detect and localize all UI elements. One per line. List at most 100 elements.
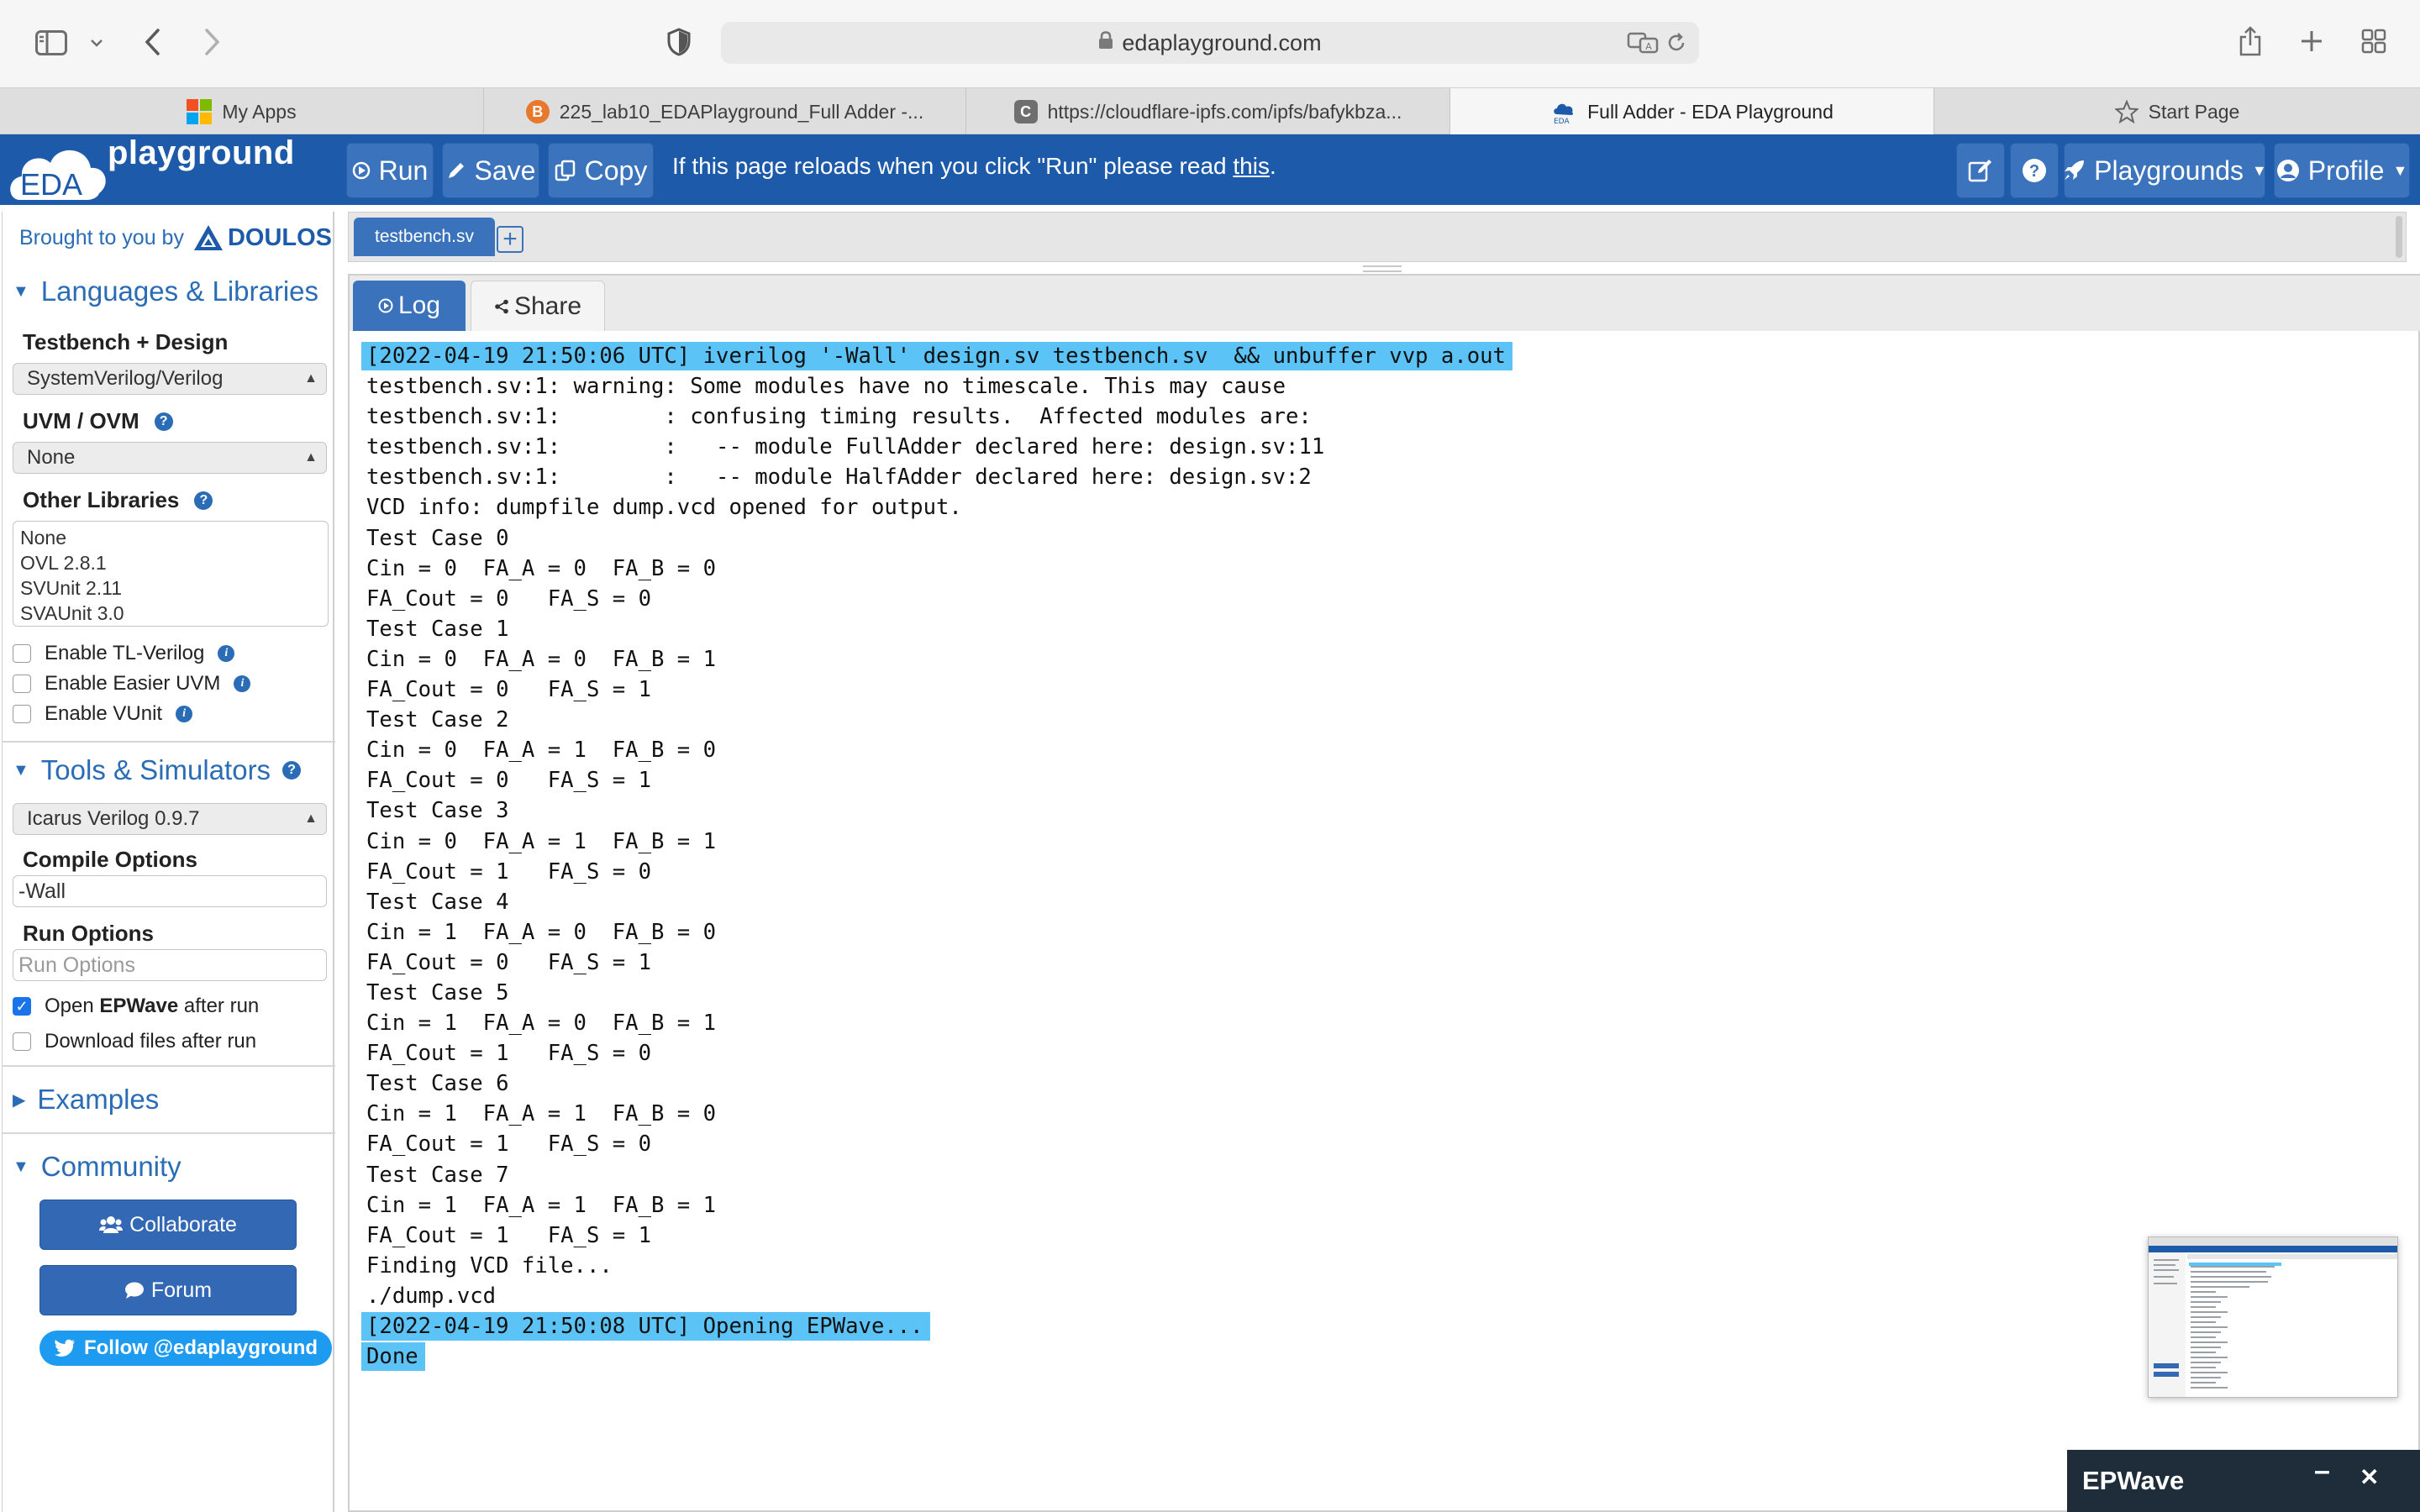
file-tab-bar: testbench.sv +	[348, 212, 2407, 262]
edit-icon[interactable]	[1956, 143, 2005, 198]
eda-logo-text: playground	[108, 134, 295, 171]
examples-title: Examples	[37, 1084, 160, 1115]
copy-button[interactable]: Copy	[548, 143, 654, 198]
log-line: Cin = 0 FA_A = 1 FA_B = 0	[366, 735, 1512, 765]
tab-label: Full Adder - EDA Playground	[1587, 100, 1833, 123]
uvm-ovm-select[interactable]: None ▲	[13, 442, 327, 474]
run-options-input[interactable]: Run Options	[13, 949, 327, 981]
browser-tab-start-page[interactable]: Start Page	[1934, 88, 2420, 135]
info-icon[interactable]: i	[176, 706, 193, 722]
enable-easier-uvm-checkbox[interactable]	[13, 675, 31, 693]
save-button[interactable]: Save	[442, 143, 539, 198]
languages-libraries-header[interactable]: ▼ Languages & Libraries	[13, 276, 318, 307]
file-tab-testbench[interactable]: testbench.sv	[354, 218, 495, 256]
sidebar-toggle-icon[interactable]	[32, 27, 71, 59]
languages-title: Languages & Libraries	[40, 276, 319, 307]
library-option[interactable]: None	[20, 525, 321, 550]
community-title: Community	[40, 1151, 182, 1182]
back-arrow-icon[interactable]	[138, 25, 166, 59]
log-line: Test Case 3	[366, 795, 1512, 826]
epwave-window-bar[interactable]: EPWave – ✕	[2067, 1450, 2420, 1512]
question-circle-icon[interactable]: ?	[282, 761, 302, 780]
collaborate-button[interactable]: Collaborate	[39, 1200, 297, 1250]
compile-options-input[interactable]: -Wall	[13, 875, 327, 907]
log-line: [2022-04-19 21:50:08 UTC] Opening EPWave…	[361, 1311, 1512, 1341]
doulos-brand: DOULOS	[227, 223, 333, 251]
help-icon[interactable]: ?	[2010, 143, 2059, 198]
info-icon[interactable]: i	[218, 645, 235, 662]
other-libraries-listbox[interactable]: None OVL 2.8.1 SVUnit 2.11 SVAUnit 3.0	[13, 521, 329, 627]
tab-label: https://cloudflare-ipfs.com/ipfs/bafykbz…	[1047, 100, 1402, 123]
testbench-language-select[interactable]: SystemVerilog/Verilog ▲	[13, 363, 327, 395]
log-line: FA_Cout = 1 FA_S = 1	[366, 1221, 1512, 1251]
playgrounds-menu[interactable]: Playgrounds ▼	[2064, 143, 2267, 198]
enable-easier-uvm-row: Enable Easier UVM i	[13, 672, 251, 696]
enable-tl-verilog-checkbox[interactable]	[13, 644, 31, 663]
log-line: Finding VCD file...	[366, 1251, 1512, 1281]
play-circle-icon	[352, 161, 371, 180]
log-line: Test Case 4	[366, 887, 1512, 917]
select-arrows-icon: ▲	[304, 811, 318, 826]
tab-overview-icon[interactable]	[2360, 27, 2388, 55]
uvm-ovm-label-row: UVM / OVM ?	[23, 408, 173, 434]
follow-twitter-button[interactable]: Follow @edaplayground	[39, 1331, 332, 1366]
browser-toolbar: edaplayground.com A	[0, 0, 2420, 87]
log-line-text: Test Case 7	[366, 1162, 509, 1188]
tab-share[interactable]: Share	[471, 281, 605, 331]
browser-tab-full-adder[interactable]: EDA Full Adder - EDA Playground	[1450, 88, 1934, 135]
open-epwave-checkbox[interactable]: ✓	[13, 997, 31, 1016]
close-icon[interactable]: ✕	[2360, 1463, 2379, 1491]
log-line-text: FA_Cout = 0 FA_S = 1	[366, 949, 651, 975]
browser-tab-lab10[interactable]: B 225_lab10_EDAPlayground_Full Adder -..…	[484, 88, 966, 135]
tools-title: Tools & Simulators	[40, 754, 271, 785]
enable-vunit-checkbox[interactable]	[13, 705, 31, 723]
run-button[interactable]: Run	[346, 143, 434, 198]
new-tab-plus-icon[interactable]	[2297, 27, 2326, 55]
log-line: Test Case 1	[366, 614, 1512, 644]
tools-simulators-header[interactable]: ▼ Tools & Simulators ?	[13, 754, 302, 786]
community-header[interactable]: ▼ Community	[13, 1151, 182, 1183]
examples-header[interactable]: ▶ Examples	[13, 1084, 159, 1116]
library-option[interactable]: SVUnit 2.11	[20, 575, 321, 601]
collaborate-label: Collaborate	[129, 1212, 237, 1236]
share-icon[interactable]	[2235, 24, 2265, 59]
log-line: testbench.sv:1: : -- module HalfAdder de…	[366, 462, 1512, 492]
add-file-icon[interactable]: +	[497, 226, 523, 253]
log-line: Test Case 0	[366, 523, 1512, 554]
pencil-icon	[446, 160, 466, 181]
library-option[interactable]: SVAUnit 3.0	[20, 601, 321, 626]
simulator-select[interactable]: Icarus Verilog 0.9.7 ▲	[13, 803, 327, 835]
log-line: testbench.sv:1: warning: Some modules ha…	[366, 371, 1512, 402]
browser-tab-my-apps[interactable]: My Apps	[0, 88, 484, 135]
notice-link[interactable]: this	[1233, 153, 1270, 179]
privacy-shield-icon[interactable]	[664, 25, 694, 59]
profile-menu[interactable]: Profile ▼	[2274, 143, 2410, 198]
reload-icon[interactable]	[1665, 32, 1687, 60]
minimize-icon[interactable]: –	[2314, 1455, 2330, 1488]
info-icon[interactable]: i	[234, 675, 251, 692]
open-epwave-bold: EPWave	[99, 995, 179, 1017]
library-option[interactable]: OVL 2.8.1	[20, 550, 321, 575]
forward-arrow-icon[interactable]	[198, 25, 227, 59]
eda-logo-cloud[interactable]: EDA	[7, 138, 106, 202]
log-line-text: Cin = 1 FA_A = 1 FA_B = 1	[366, 1192, 717, 1218]
svg-text:?: ?	[2029, 162, 2039, 181]
epwave-preview-thumbnail[interactable]	[2148, 1236, 2398, 1398]
question-circle-icon[interactable]: ?	[154, 412, 173, 431]
log-line-text: Test Case 6	[366, 1071, 509, 1097]
log-line-text: Cin = 0 FA_A = 1 FA_B = 1	[366, 828, 717, 854]
doulos-logo-icon[interactable]: DOULOS	[192, 223, 332, 252]
address-bar[interactable]: edaplayground.com A	[721, 22, 1699, 64]
log-line: Cin = 1 FA_A = 1 FA_B = 0	[366, 1099, 1512, 1129]
scrollbar[interactable]	[2396, 216, 2402, 258]
chevron-down-icon[interactable]	[86, 30, 108, 55]
forum-button[interactable]: Forum	[39, 1265, 297, 1315]
translate-icon[interactable]: A	[1627, 30, 1660, 61]
download-files-checkbox[interactable]	[13, 1032, 31, 1051]
browser-tab-cloudflare[interactable]: C https://cloudflare-ipfs.com/ipfs/bafyk…	[966, 88, 1450, 135]
tab-log[interactable]: Log	[353, 281, 466, 331]
log-tab-bar: Log Share	[350, 276, 2420, 331]
log-line-text: FA_Cout = 1 FA_S = 0	[366, 1131, 651, 1158]
question-circle-icon[interactable]: ?	[194, 491, 213, 510]
resize-handle[interactable]	[1363, 265, 1402, 272]
